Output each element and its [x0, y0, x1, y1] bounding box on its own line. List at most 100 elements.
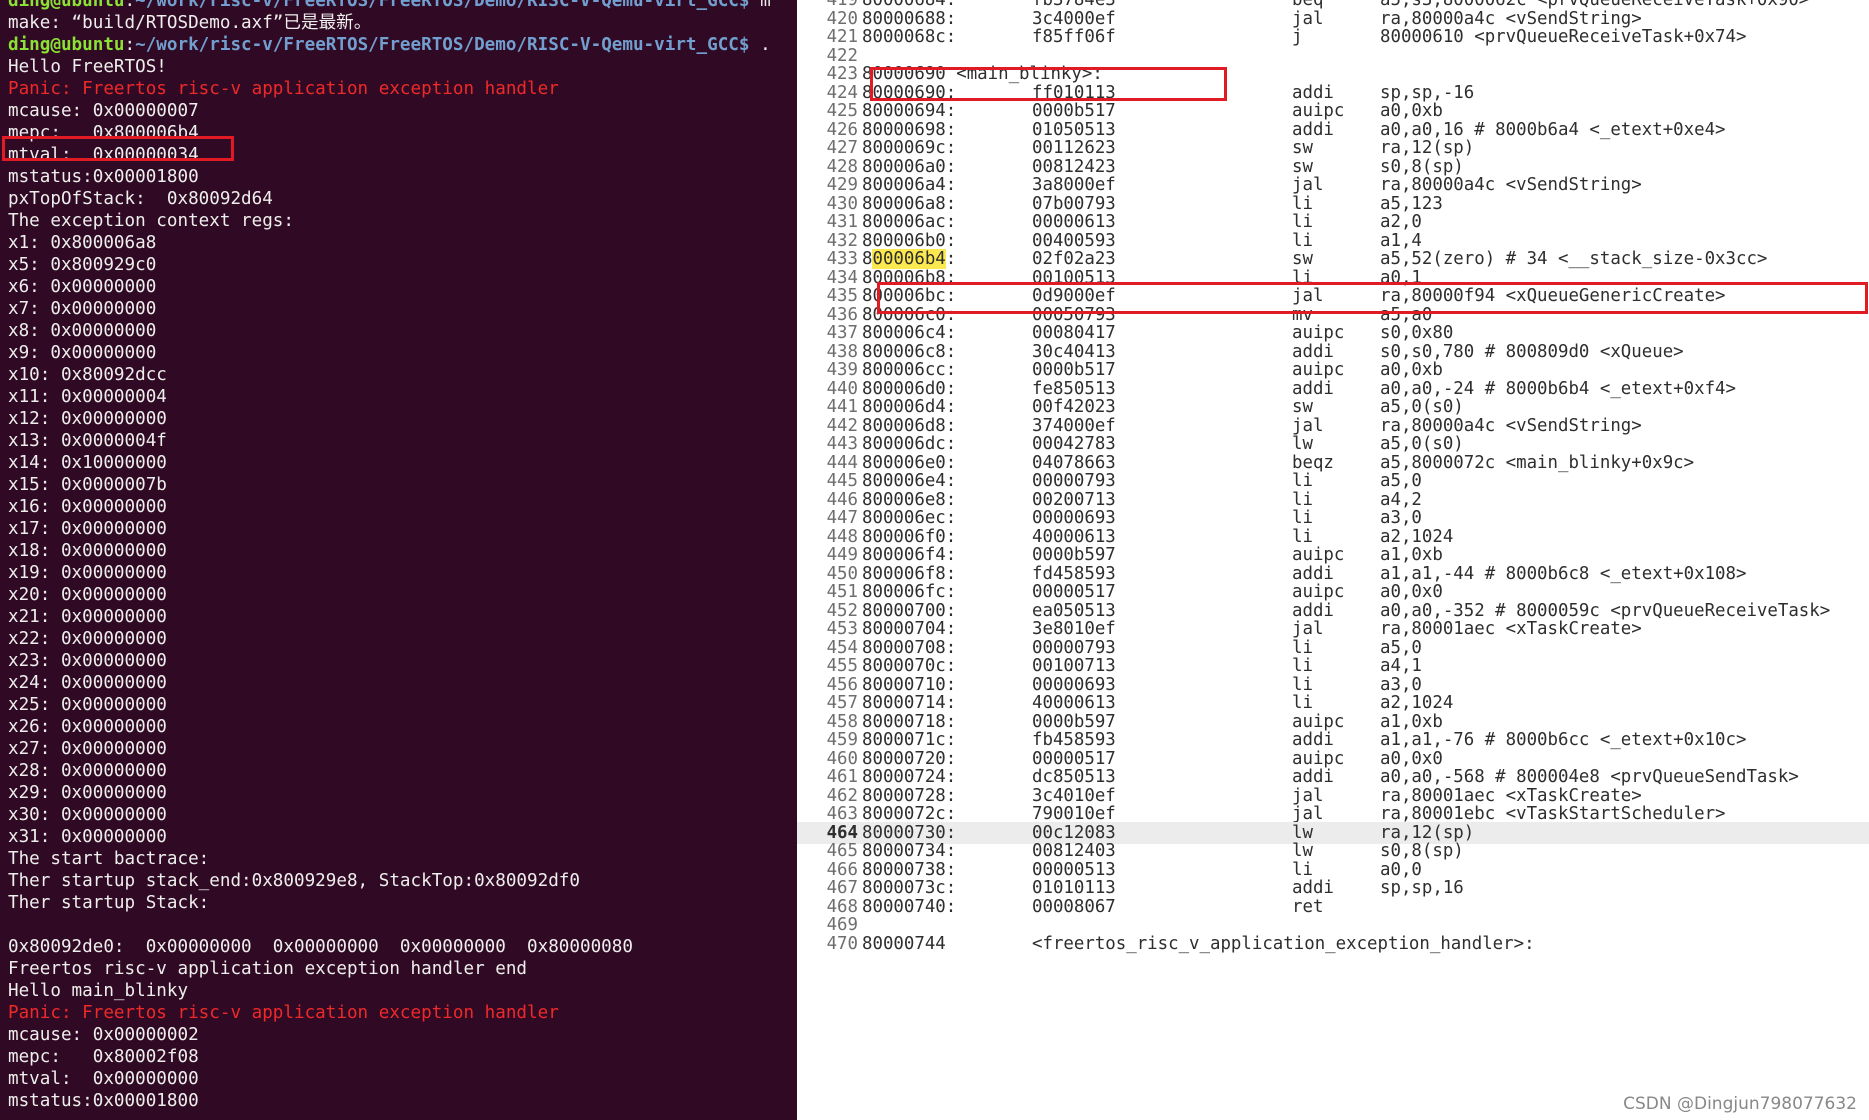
terminal-text: make: “build/RTOSDemo.axf”已是最新。 — [8, 13, 372, 33]
terminal-line: ding@ubuntu:~/work/risc-v/FreeRTOS/FreeR… — [8, 35, 771, 55]
terminal-text: mstatus:0x00001800 — [8, 167, 199, 187]
terminal-line: mcause: 0x00000002 — [8, 1024, 199, 1046]
terminal-line: x31: 0x00000000 — [8, 826, 167, 848]
terminal-line: mtval: 0x00000000 — [8, 1068, 199, 1090]
terminal-line: x12: 0x00000000 — [8, 408, 167, 430]
terminal-line: x14: 0x10000000 — [8, 452, 167, 474]
terminal-line: x24: 0x00000000 — [8, 672, 167, 694]
terminal-line: x29: 0x00000000 — [8, 782, 167, 804]
terminal-line: Panic: Freertos risc-v application excep… — [8, 78, 559, 100]
terminal-line: ding@ubuntu:~/work/risc-v/FreeRTOS/FreeR… — [8, 0, 771, 12]
watermark: CSDN @Dingjun798077632 — [1623, 1094, 1857, 1114]
terminal-line: mepc: 0x800006b4 — [8, 122, 199, 144]
terminal-line: x7: 0x00000000 — [8, 298, 156, 320]
terminal-text: x8: 0x00000000 — [8, 321, 157, 341]
terminal-line: The exception context regs: — [8, 210, 294, 232]
terminal-text: x1: 0x800006a8 — [8, 233, 157, 253]
prompt-path: ~/work/risc-v/FreeRTOS/FreeRTOS/Demo/RIS… — [135, 0, 750, 11]
terminal-line: x26: 0x00000000 — [8, 716, 167, 738]
terminal-text: x25: 0x00000000 — [8, 695, 167, 715]
terminal-text: x12: 0x00000000 — [8, 409, 167, 429]
address: 80000744 — [862, 933, 946, 954]
terminal-line: make: “build/RTOSDemo.axf”已是最新。 — [8, 12, 371, 34]
terminal-text: 0x80092de0: 0x00000000 0x00000000 0x0000… — [8, 937, 633, 957]
terminal-text: x7: 0x00000000 — [8, 299, 157, 319]
terminal-line: x20: 0x00000000 — [8, 584, 167, 606]
terminal-text: . — [749, 35, 771, 55]
terminal-text: Hello FreeRTOS! — [8, 57, 167, 77]
disassembly-row: 470 80000744 <freertos_risc_v_application_… — [797, 933, 1869, 955]
terminal-text: m — [749, 0, 771, 11]
line-number: 470 — [826, 933, 858, 954]
terminal-line: mtval: 0x00000034 — [8, 144, 199, 166]
terminal-line: mepc: 0x80002f08 — [8, 1046, 199, 1068]
terminal-text: x15: 0x0000007b — [8, 475, 167, 495]
terminal-text: x24: 0x00000000 — [8, 673, 167, 693]
terminal-text: x6: 0x00000000 — [8, 277, 157, 297]
terminal-line: x30: 0x00000000 — [8, 804, 167, 826]
terminal-line: Ther startup stack_end:0x800929e8, Stack… — [8, 870, 580, 892]
terminal-line: mcause: 0x00000007 — [8, 100, 199, 122]
terminal-line: x23: 0x00000000 — [8, 650, 167, 672]
terminal-text: Panic: Freertos risc-v application excep… — [8, 1003, 559, 1023]
terminal-line: x21: 0x00000000 — [8, 606, 167, 628]
terminal-line: x28: 0x00000000 — [8, 760, 167, 782]
terminal-line: pxTopOfStack: 0x80092d64 — [8, 188, 273, 210]
terminal-line: x18: 0x00000000 — [8, 540, 167, 562]
terminal-text: Ther startup stack_end:0x800929e8, Stack… — [8, 871, 580, 891]
terminal-text: x19: 0x00000000 — [8, 563, 167, 583]
terminal-text: mepc: 0x800006b4 — [8, 123, 199, 143]
terminal-text: x28: 0x00000000 — [8, 761, 167, 781]
terminal-line: Ther startup Stack: — [8, 892, 209, 914]
terminal-line: x5: 0x800929c0 — [8, 254, 156, 276]
terminal-line: x17: 0x00000000 — [8, 518, 167, 540]
terminal-text: x9: 0x00000000 — [8, 343, 157, 363]
terminal-line: x6: 0x00000000 — [8, 276, 156, 298]
terminal-line: x8: 0x00000000 — [8, 320, 156, 342]
terminal-line: Panic: Freertos risc-v application excep… — [8, 1002, 559, 1024]
terminal-text: mstatus:0x00001800 — [8, 1091, 199, 1111]
terminal-text: x18: 0x00000000 — [8, 541, 167, 561]
terminal-text: x13: 0x0000004f — [8, 431, 167, 451]
terminal-text: x21: 0x00000000 — [8, 607, 167, 627]
terminal-line: The start bactrace: — [8, 848, 209, 870]
terminal-text: Panic: Freertos risc-v application excep… — [8, 79, 559, 99]
terminal-line: mstatus:0x00001800 — [8, 166, 199, 188]
terminal-text: mcause: 0x00000007 — [8, 101, 199, 121]
terminal-text: x16: 0x00000000 — [8, 497, 167, 517]
terminal-line: x1: 0x800006a8 — [8, 232, 156, 254]
terminal-text: x26: 0x00000000 — [8, 717, 167, 737]
disassembly-editor-panel[interactable]: 419 80000684: fb3784e3 beq a5,s3,8000062c <p… — [797, 0, 1869, 1120]
terminal-text: x30: 0x00000000 — [8, 805, 167, 825]
terminal-text: x17: 0x00000000 — [8, 519, 167, 539]
terminal-text: x20: 0x00000000 — [8, 585, 167, 605]
terminal-text: x31: 0x00000000 — [8, 827, 167, 847]
terminal-line: 0x80092de0: 0x00000000 0x00000000 0x0000… — [8, 936, 633, 958]
prompt-user: ding@ubuntu — [8, 0, 125, 11]
terminal-text: Hello main_blinky — [8, 981, 189, 1001]
terminal-line: x22: 0x00000000 — [8, 628, 167, 650]
terminal-panel[interactable]: ding@ubuntu:~/work/risc-v/FreeRTOS/FreeR… — [0, 0, 797, 1120]
terminal-text: x10: 0x80092dcc — [8, 365, 167, 385]
terminal-line: x25: 0x00000000 — [8, 694, 167, 716]
terminal-text: The exception context regs: — [8, 211, 294, 231]
terminal-line: Hello main_blinky — [8, 980, 188, 1002]
terminal-text: Freertos risc-v application exception ha… — [8, 959, 528, 979]
terminal-text: The start bactrace: — [8, 849, 210, 869]
terminal-line: Hello FreeRTOS! — [8, 56, 167, 78]
terminal-line: x16: 0x00000000 — [8, 496, 167, 518]
terminal-line: x19: 0x00000000 — [8, 562, 167, 584]
terminal-text: x27: 0x00000000 — [8, 739, 167, 759]
terminal-text: x22: 0x00000000 — [8, 629, 167, 649]
terminal-text: mepc: 0x80002f08 — [8, 1047, 199, 1067]
terminal-text: mtval: 0x00000034 — [8, 145, 199, 165]
prompt-user: ding@ubuntu — [8, 35, 125, 55]
terminal-text: x11: 0x00000004 — [8, 387, 167, 407]
terminal-line: x15: 0x0000007b — [8, 474, 167, 496]
terminal-text: x14: 0x10000000 — [8, 453, 167, 473]
terminal-line: x27: 0x00000000 — [8, 738, 167, 760]
terminal-text: Ther startup Stack: — [8, 893, 210, 913]
terminal-text: x5: 0x800929c0 — [8, 255, 157, 275]
terminal-line: x10: 0x80092dcc — [8, 364, 167, 386]
terminal-text: mcause: 0x00000002 — [8, 1025, 199, 1045]
